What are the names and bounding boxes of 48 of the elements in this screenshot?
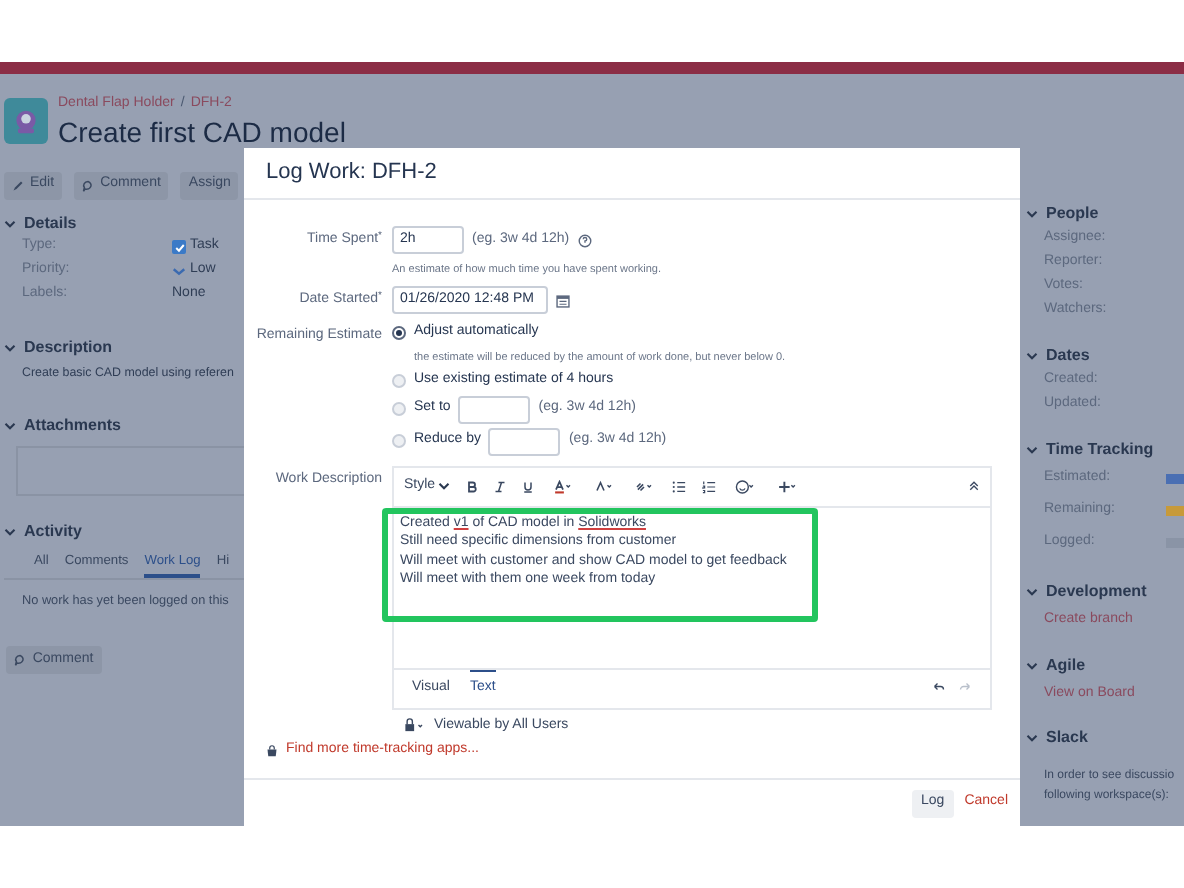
section-heading[interactable]: Dates [1046,344,1090,368]
text-size-icon[interactable] [591,479,616,493]
section-heading[interactable]: Details [24,211,77,235]
undo-icon[interactable] [932,682,946,694]
underline-icon[interactable] [521,479,534,493]
section-heading[interactable]: Agile [1046,653,1086,677]
calendar-icon[interactable] [556,293,570,308]
shopping-bag-icon [266,743,278,758]
chevron-icon[interactable] [4,525,16,538]
emoji-icon[interactable] [731,479,758,493]
plus-icon[interactable] [773,479,800,493]
bullet-list-icon[interactable] [671,479,686,493]
section-heading[interactable]: Description [24,335,113,359]
section-heading[interactable]: Time Tracking [1046,438,1154,462]
bold-icon[interactable] [465,479,478,493]
numbered-list-icon[interactable] [701,479,716,493]
chevron-icon[interactable] [1026,586,1038,598]
section-heading[interactable]: Attachments [24,413,121,438]
chevron-icon[interactable] [1026,659,1038,671]
chevron-icon[interactable] [1026,444,1038,456]
help-icon[interactable] [577,233,592,247]
section-heading[interactable]: Activity [24,519,82,544]
text-color-icon[interactable] [549,479,576,493]
section-heading[interactable]: Development [1046,580,1147,604]
radio-button[interactable] [392,326,406,340]
speech-bubble-icon [82,179,95,191]
section-heading[interactable]: Slack [1046,726,1088,750]
link-icon[interactable] [631,479,656,493]
pencil-icon [12,179,24,191]
text-field[interactable] [488,427,561,455]
text-field[interactable] [458,395,531,423]
collapse-icon[interactable] [968,480,980,492]
chevron-icon[interactable] [1026,732,1038,744]
dialog-title: Log Work: DFH-2 [266,158,437,189]
chevron-icon[interactable] [1026,350,1038,362]
caret-icon [437,480,450,492]
project-avatar-icon [4,98,48,145]
lock-icon[interactable] [404,718,426,733]
chevron-icon[interactable] [1026,208,1038,220]
italic-icon[interactable] [493,479,506,493]
speech-bubble-icon [14,654,27,667]
task-checkbox-icon [172,240,186,254]
chevron-down-icon [172,264,186,278]
chevron-icon[interactable] [4,341,16,353]
chevron-icon[interactable] [4,217,16,229]
issue-title: Create first CAD model [58,115,346,149]
section-heading[interactable]: People [1046,202,1099,226]
chevron-icon[interactable] [4,419,16,432]
